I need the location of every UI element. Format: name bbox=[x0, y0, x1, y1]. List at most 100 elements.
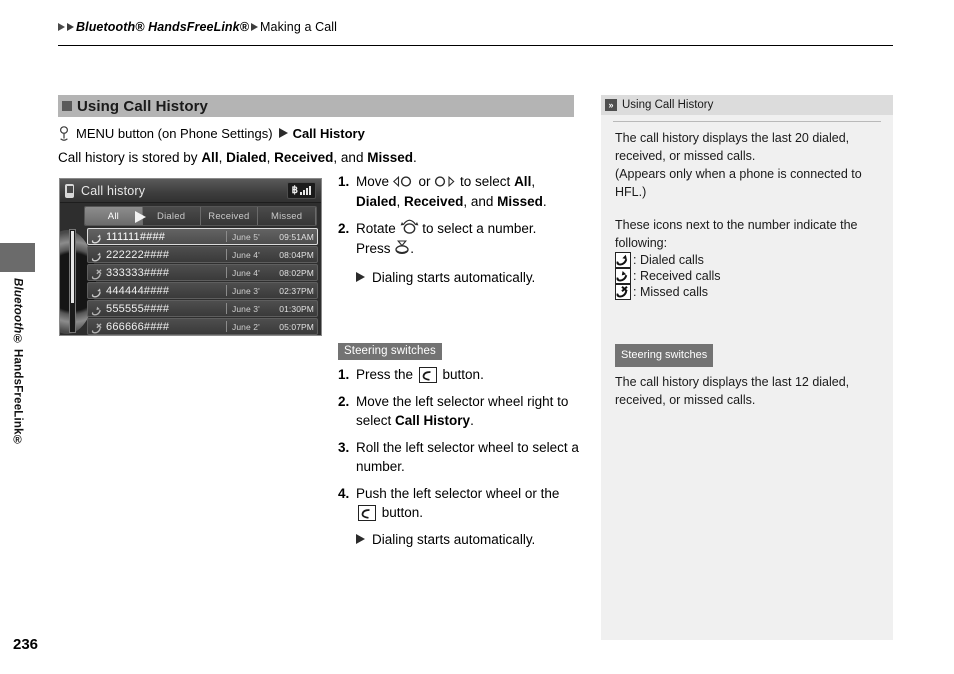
steering-step-2-end: . bbox=[470, 413, 474, 428]
table-row[interactable]: 333333#### June 4' 08:02PM bbox=[87, 264, 318, 281]
tab-missed[interactable]: Missed bbox=[258, 207, 316, 225]
call-number: 555555#### bbox=[106, 302, 170, 315]
steering-step-2: 2. Move the left selector wheel right to… bbox=[338, 392, 581, 430]
steering-step-3-text: Roll the left selector wheel to select a… bbox=[356, 440, 579, 474]
signal-strength-icon bbox=[300, 186, 311, 195]
status-indicator: ฿ bbox=[286, 182, 316, 199]
steering-steps: 1. Press the button. 2. Move the left se… bbox=[338, 365, 581, 549]
info-para1-line3: (Appears only when a phone is connected … bbox=[615, 167, 862, 181]
steering-step-4: 4. Push the left selector wheel or the b… bbox=[338, 484, 581, 522]
row-separator bbox=[226, 267, 227, 278]
step-1-dialed: Dialed bbox=[356, 193, 397, 209]
call-history-screen: Call history ฿ All Dialed Received Misse… bbox=[59, 178, 322, 336]
call-history-list: 111111#### June 5' 09:51AM 222222#### Ju… bbox=[87, 228, 318, 335]
info-para1-line1: The call history displays the last 20 di… bbox=[615, 131, 850, 145]
stored-all: All bbox=[201, 150, 219, 165]
steering-step-2-bold: Call History bbox=[395, 413, 471, 428]
step-1-and: , and bbox=[463, 193, 498, 209]
step-1-end: . bbox=[542, 193, 547, 209]
info-para2-line2: following: bbox=[615, 236, 668, 250]
call-date: June 4' bbox=[232, 249, 260, 260]
row-separator bbox=[226, 285, 227, 296]
tab-dialed[interactable]: Dialed bbox=[142, 207, 201, 225]
menu-path: MENU button (on Phone Settings) Call His… bbox=[58, 125, 365, 141]
dialed-call-icon bbox=[615, 252, 631, 268]
breadcrumb: Bluetooth® HandsFreeLink® Making a Call bbox=[58, 20, 337, 34]
call-number: 111111#### bbox=[106, 230, 166, 243]
double-chevron-icon: » bbox=[605, 99, 617, 111]
stored-missed: Missed bbox=[367, 150, 413, 165]
table-row[interactable]: 555555#### June 3' 01:30PM bbox=[87, 300, 318, 317]
stored-sep2: , bbox=[266, 150, 275, 165]
call-time: 09:51AM bbox=[279, 231, 314, 242]
step-2-d: . bbox=[410, 241, 415, 257]
list-scrollbar[interactable] bbox=[69, 229, 76, 333]
steering-step-4-number: 4. bbox=[338, 486, 350, 501]
info-steering-badge: Steering switches bbox=[615, 344, 714, 367]
step-2-number: 2. bbox=[338, 220, 350, 236]
call-history-tabbar[interactable]: All Dialed Received Missed bbox=[84, 206, 317, 226]
side-tab-marker bbox=[0, 243, 35, 272]
info-panel-title: Using Call History bbox=[622, 99, 714, 111]
steering-step-1: 1. Press the button. bbox=[338, 365, 581, 384]
stored-received: Received bbox=[274, 150, 334, 165]
step-2-a: Rotate bbox=[356, 220, 400, 236]
stored-dialed: Dialed bbox=[226, 150, 267, 165]
step-1: 1. Move or to select All, Dialed, Receiv… bbox=[338, 172, 578, 211]
info-para1-line2: received, or missed calls. bbox=[615, 149, 756, 163]
row-separator bbox=[226, 231, 227, 242]
step-note-dialing: Dialing starts automatically. bbox=[356, 268, 578, 287]
step-1-comma2: , bbox=[396, 193, 405, 209]
steering-step-2-text: Move the left selector wheel right to se… bbox=[356, 392, 581, 430]
left-arrow-knob-icon bbox=[392, 173, 415, 192]
call-time: 08:02PM bbox=[279, 267, 314, 278]
legend-received: : Received calls bbox=[615, 268, 879, 284]
stored-prefix: Call history is stored by bbox=[58, 150, 202, 165]
step-1-text: Move or to select All, Dialed, Received,… bbox=[356, 172, 578, 211]
call-time: 05:07PM bbox=[279, 321, 314, 332]
step-1-b: or bbox=[414, 174, 435, 189]
missed-call-icon bbox=[91, 267, 102, 280]
scrollbar-thumb[interactable] bbox=[71, 231, 74, 303]
dialed-call-icon bbox=[91, 285, 102, 298]
tab-received[interactable]: Received bbox=[200, 207, 259, 225]
menu-path-target: Call History bbox=[292, 125, 365, 141]
step-2: 2. Rotate to select a number. Press . bbox=[338, 219, 578, 260]
call-time: 08:04PM bbox=[279, 249, 314, 260]
breadcrumb-arrow-icon-3 bbox=[251, 23, 259, 31]
step-1-a: Move bbox=[356, 174, 393, 189]
steering-step-1-text: Press the button. bbox=[356, 365, 581, 384]
info-para1-line4: HFL.) bbox=[615, 185, 647, 199]
phone-icon bbox=[65, 183, 74, 198]
tab-received-label: Received bbox=[208, 210, 250, 222]
step-1-all: All bbox=[514, 174, 532, 189]
missed-call-icon bbox=[615, 284, 631, 300]
row-separator bbox=[226, 321, 227, 332]
steering-note-dialing: Dialing starts automatically. bbox=[356, 530, 581, 549]
info-panel-header: » Using Call History bbox=[601, 95, 893, 115]
table-row[interactable]: 222222#### June 4' 08:04PM bbox=[87, 246, 318, 263]
table-row[interactable]: 666666#### June 2' 05:07PM bbox=[87, 318, 318, 335]
info-panel: » Using Call History The call history di… bbox=[601, 95, 893, 640]
steering-step-4-b: button. bbox=[378, 505, 424, 520]
stored-sep3: , and bbox=[333, 150, 368, 165]
rotate-knob-icon bbox=[400, 219, 419, 239]
info-panel-body: The call history displays the last 20 di… bbox=[601, 122, 893, 407]
table-row[interactable]: 111111#### June 5' 09:51AM bbox=[87, 228, 318, 245]
call-date: June 5' bbox=[232, 231, 260, 242]
tab-all-label: All bbox=[107, 210, 119, 222]
menu-knob-icon bbox=[58, 126, 70, 142]
pick-up-call-button-icon-2 bbox=[358, 505, 376, 521]
page-number: 236 bbox=[13, 636, 39, 653]
received-call-icon bbox=[615, 268, 631, 284]
tab-dialed-label: Dialed bbox=[157, 210, 186, 222]
info-para2-line1: These icons next to the number indicate … bbox=[615, 218, 858, 232]
step-1-number: 1. bbox=[338, 174, 350, 189]
row-separator bbox=[226, 303, 227, 314]
table-row[interactable]: 444444#### June 3' 02:37PM bbox=[87, 282, 318, 299]
legend-missed: : Missed calls bbox=[615, 284, 879, 300]
pick-up-call-button-icon bbox=[418, 367, 437, 383]
square-bullet-icon bbox=[62, 101, 72, 111]
header-divider bbox=[58, 45, 893, 46]
steering-note-dialing-text: Dialing starts automatically. bbox=[372, 532, 536, 547]
